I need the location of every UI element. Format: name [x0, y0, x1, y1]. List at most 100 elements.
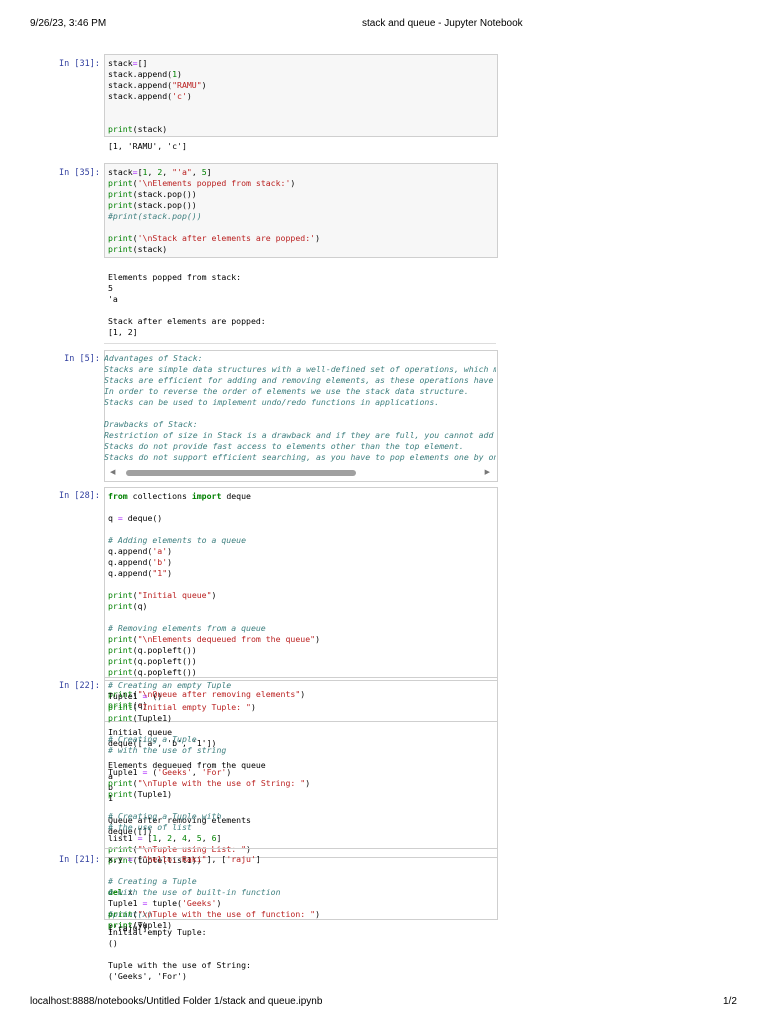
code-token: , — [191, 767, 202, 777]
code-token: (Tuple1) — [132, 713, 173, 723]
cell-prompt: In [22]: — [59, 681, 100, 691]
code-token: ) — [315, 634, 320, 644]
code-line: Drawbacks of Stack: — [104, 419, 496, 430]
code-token: q.append( — [108, 546, 153, 556]
code-line: Tuple with the use of String: — [108, 960, 251, 971]
code-token: ) — [211, 590, 217, 600]
code-token: print — [108, 189, 133, 199]
code-token: print — [108, 667, 133, 677]
code-token: print — [108, 713, 133, 723]
code-token: print — [108, 590, 133, 600]
code-line: print(q.popleft()) — [108, 656, 320, 667]
scroll-left-icon[interactable]: ◀ — [110, 468, 115, 476]
code-line: Stacks are simple data structures with a… — [104, 364, 496, 375]
code-token: Stacks are simple data structures with a… — [104, 364, 496, 374]
code-token: , — [172, 833, 182, 843]
code-line: print(Tuple1) — [108, 789, 310, 800]
code-token: ) — [167, 568, 173, 578]
code-token: stack.append( — [108, 80, 173, 90]
code-line: print("Initial queue") — [108, 590, 320, 601]
code-token: stack — [108, 167, 133, 177]
code-line: stack=[1, 2, "'a", 5] — [108, 167, 320, 178]
code-input[interactable]: # Creating an empty Tuple Tuple1 = () prin… — [108, 680, 256, 724]
code-line: print(stack) — [108, 124, 207, 135]
code-line: print(stack.pop()) — [108, 189, 320, 200]
code-token: ) — [177, 69, 182, 79]
horizontal-scrollbar[interactable]: ◀ ▶ — [106, 468, 494, 478]
code-token: ) — [167, 557, 173, 567]
code-token: 'c' — [172, 91, 187, 101]
code-line: [1, 'RAMU', 'c'] — [108, 141, 187, 152]
code-token: "Initial queue" — [137, 590, 212, 600]
code-line: # Adding elements to a queue — [108, 535, 320, 546]
code-token: deque — [221, 491, 251, 501]
code-line: print(q) — [108, 601, 320, 612]
code-token: q — [108, 513, 118, 523]
scrollbar-thumb[interactable] — [126, 470, 356, 476]
code-token: print — [108, 702, 133, 712]
code-token: ) — [315, 233, 320, 243]
code-token: , — [186, 833, 197, 843]
code-token: # with the use of string — [108, 745, 227, 755]
cell-text[interactable]: Advantages of Stack: Stacks are simple da… — [104, 353, 496, 463]
code-token: # Creating a Tuple with — [108, 811, 222, 821]
code-line: stack.append('c') — [108, 91, 207, 102]
code-line: # with the use of string — [108, 745, 310, 756]
code-token: ] — [216, 833, 222, 843]
code-line: Elements popped from stack: — [108, 272, 266, 283]
code-token: () — [108, 938, 118, 948]
code-token: list1 — [108, 833, 138, 843]
code-token: stack.append( — [108, 69, 173, 79]
code-token: () — [147, 691, 163, 701]
code-line: Tuple1 = tuple('Geeks') — [108, 898, 320, 909]
scroll-right-icon[interactable]: ▶ — [485, 468, 490, 476]
code-token: (stack.pop()) — [132, 200, 197, 210]
code-token: ) — [290, 178, 296, 188]
code-line: stack.append("RAMU") — [108, 80, 207, 91]
cell-output-tuples: Initial empty Tuple:() Tuple with the use… — [108, 927, 251, 982]
code-token: , — [201, 833, 212, 843]
code-line: Advantages of Stack: — [104, 353, 496, 364]
code-token: Drawbacks of Stack: — [104, 419, 198, 429]
code-token: # Adding elements to a queue — [108, 535, 247, 545]
code-line: In order to reverse the order of element… — [104, 386, 496, 397]
code-token: print — [108, 124, 133, 134]
code-token: 'a — [108, 294, 118, 304]
code-token: (stack) — [132, 124, 168, 134]
code-token: '\nElements popped from stack:' — [137, 178, 291, 188]
code-input[interactable]: stack=[] stack.append(1) stack.append("RAM… — [108, 58, 207, 135]
code-token: "\nTuple with the use of function: " — [137, 909, 316, 919]
code-input[interactable]: stack=[1, 2, "'a", 5] print('\nElements p… — [108, 167, 320, 255]
code-line: print('\nStack after elements are popped… — [108, 233, 320, 244]
code-line: Stacks do not provide fast access to ele… — [104, 441, 496, 452]
code-token: 5 — [108, 283, 113, 293]
code-line: Tuple1 = () — [108, 691, 256, 702]
code-input-overlap[interactable]: # with the use of built-in function Tuple… — [108, 854, 320, 931]
code-token: ) — [315, 909, 320, 919]
code-token: Initial empty Tuple: — [108, 927, 207, 937]
code-line: q = deque() — [108, 513, 320, 524]
code-token: deque() — [122, 513, 163, 523]
code-line: q.append('b') — [108, 557, 320, 568]
code-token: [] — [137, 58, 148, 68]
code-token: Stack after elements are popped: — [108, 316, 266, 326]
code-line: print("\nTuple with the use of function:… — [108, 909, 320, 920]
code-line: Stacks are efficient for adding and remo… — [104, 375, 496, 386]
code-token: "1" — [152, 568, 168, 578]
code-token: Elements popped from stack: — [108, 272, 242, 282]
code-token: 'b' — [152, 557, 168, 567]
code-input-continued[interactable]: # Creating a Tuple # with the use of stri… — [108, 734, 310, 866]
code-token: , — [191, 167, 202, 177]
code-line: Tuple1 = ('Geeks', 'For') — [108, 767, 310, 778]
code-token: q.append( — [108, 568, 153, 578]
code-token: , — [157, 833, 168, 843]
code-token: #print(stack.pop()) — [108, 211, 202, 221]
code-line: # Removing elements from a queue — [108, 623, 320, 634]
code-line: 5 — [108, 283, 266, 294]
